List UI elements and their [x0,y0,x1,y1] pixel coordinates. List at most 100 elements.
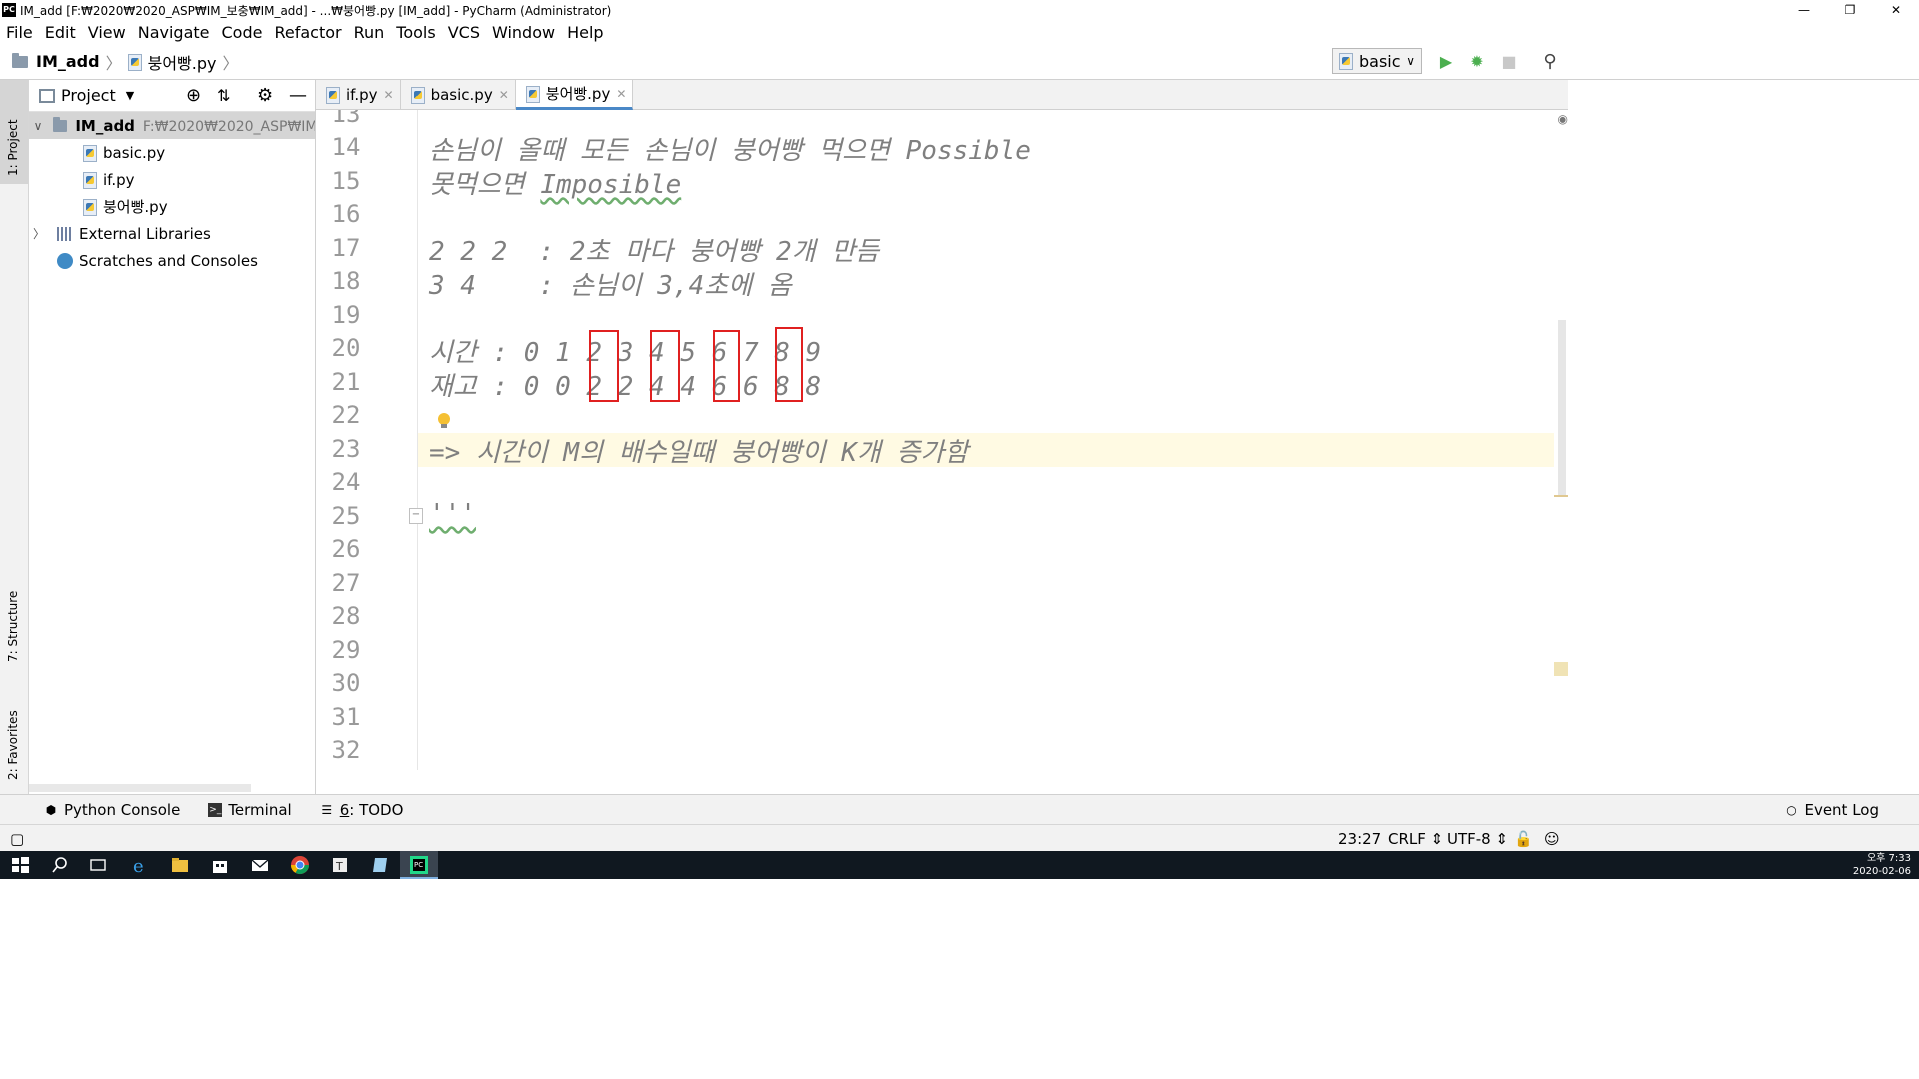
menu-refactor[interactable]: Refactor [274,23,341,42]
mail-icon[interactable] [250,855,270,875]
menu-window[interactable]: Window [492,23,555,42]
breadcrumb-project[interactable]: IM_add [12,52,100,71]
menu-vcs[interactable]: VCS [448,23,480,42]
code-line-20: 시간 : 0 1 2 3 4 5 6 7 8 9 [429,338,822,368]
lock-icon[interactable]: 🔓 [1514,830,1533,848]
lightbulb-icon[interactable] [437,412,451,430]
notepad-icon[interactable] [370,855,390,875]
terminal-tab[interactable]: >_ Terminal [208,800,292,819]
collapse-all-icon[interactable]: ⇅ [217,86,230,105]
bottom-tool-bar: ⬢ Python Console >_ Terminal ☰ 6: TODO ○… [0,794,1919,824]
event-log-tab[interactable]: ○ Event Log [1784,801,1879,819]
maximize-button[interactable]: ❐ [1827,0,1873,20]
python-file-icon [83,144,97,162]
code-editor[interactable]: 13 14 15 16 17 18 19 20 21 22 23 24 25 2… [316,110,1568,770]
search-icon[interactable] [50,855,70,875]
python-console-icon: ⬢ [45,802,57,817]
menu-view[interactable]: View [88,23,126,42]
tree-item-file[interactable]: basic.py [29,139,315,166]
horizontal-scrollbar[interactable] [29,784,251,792]
run-icon[interactable]: ▶ [1436,52,1456,72]
close-icon[interactable]: ✕ [499,88,509,102]
line-number: 23 [331,435,361,463]
python-console-tab[interactable]: ⬢ Python Console [44,801,181,819]
tab-active-file[interactable]: 붕어빵.py ✕ [515,80,634,110]
locate-icon[interactable]: ⊕ [186,85,201,106]
status-bar: ▢ 23:27 CRLF ⇕ UTF-8 ⇕ 🔓 ☺ [0,824,1919,851]
todo-tab[interactable]: ☰ 6: TODO [320,800,404,819]
text-editor-icon[interactable]: T [330,855,350,875]
tab-basic-py[interactable]: basic.py ✕ [401,80,516,110]
breadcrumb-file[interactable]: 붕어빵.py [127,50,216,74]
clock-time: 오후 7:33 [1866,853,1911,864]
line-separator[interactable]: CRLF ⇕ [1388,830,1443,848]
file-explorer-icon[interactable] [170,855,190,875]
tree-item-scratches[interactable]: Scratches and Consoles [29,247,315,274]
internet-explorer-icon[interactable]: e [130,855,150,875]
tree-item-file[interactable]: 붕어빵.py [29,193,315,220]
todo-label: : TODO [349,800,404,819]
folder-icon [53,116,68,132]
line-number: 14 [331,133,361,161]
fold-icon[interactable]: − [409,508,423,524]
typo-word: Imposible [540,170,682,200]
line-number: 30 [331,669,361,697]
terminal-label: Terminal [228,800,292,819]
system-clock[interactable]: 오후 7:33 2020-02-06 [1853,852,1911,878]
close-button[interactable]: ✕ [1873,0,1919,20]
project-tool-tab[interactable]: 1: Project [0,80,28,184]
hide-icon[interactable]: — [289,85,307,106]
close-icon[interactable]: ✕ [616,87,626,101]
chrome-icon[interactable] [290,855,310,875]
search-icon[interactable]: ⚲ [1540,52,1560,72]
menu-file[interactable]: File [6,23,33,42]
file-encoding[interactable]: UTF-8 ⇕ [1447,830,1508,848]
breadcrumb-project-label: IM_add [36,52,100,71]
line-number: 13 [331,110,361,128]
line-number: 26 [331,535,361,563]
scrollbar-thumb[interactable] [1558,320,1566,495]
eye-icon[interactable]: ◉ [1558,112,1568,126]
chevron-right-icon: 〉 [105,53,122,73]
vertical-scrollbar[interactable]: ◉ [1554,110,1568,770]
windows-start-icon[interactable] [10,855,30,875]
inspector-icon[interactable]: ☺ [1544,830,1560,848]
tree-item-project-root[interactable]: ∨ IM_add F:₩2020₩2020_ASP₩IM_보 [29,112,315,139]
menu-edit[interactable]: Edit [45,23,76,42]
menu-tools[interactable]: Tools [396,23,435,42]
tree-item-file[interactable]: if.py [29,166,315,193]
menu-run[interactable]: Run [354,23,385,42]
svg-text:PC: PC [414,861,423,869]
tool-windows-toggle-icon[interactable]: ▢ [10,830,24,848]
python-file-icon [525,85,540,103]
chevron-down-icon[interactable]: ▼ [126,89,134,102]
code-line-25: ''' [429,499,476,529]
caret-position[interactable]: 23:27 [1338,830,1381,848]
task-view-icon[interactable] [88,855,108,875]
tree-item-external-libraries[interactable]: 〉 External Libraries [29,220,315,247]
run-configuration-select[interactable]: basic ∨ [1332,48,1422,74]
gear-icon[interactable]: ⚙ [257,85,273,106]
debug-icon[interactable]: ✹ [1467,52,1487,72]
library-icon [57,226,73,241]
line-number: 21 [331,368,361,396]
favorites-tool-tab[interactable]: 2: Favorites [6,710,20,780]
pycharm-taskbar-button[interactable]: PC [400,851,438,879]
code-line-15: 못먹으면 Imposible [429,164,681,201]
project-root-name: IM_add [75,116,135,135]
line-number: 25 [331,502,361,530]
stop-icon[interactable]: ■ [1499,52,1519,72]
run-configuration-label: basic [1359,51,1401,71]
structure-tool-tab[interactable]: 7: Structure [6,591,20,662]
project-panel-title[interactable]: Project [61,86,116,105]
svg-text:e: e [133,856,144,875]
window-title: IM_add [F:₩2020₩2020_ASP₩IM_보충₩IM_add] -… [20,3,612,18]
menu-code[interactable]: Code [222,23,263,42]
python-file-icon [1339,53,1353,70]
close-icon[interactable]: ✕ [384,88,394,102]
store-icon[interactable] [210,855,230,875]
menu-help[interactable]: Help [567,23,603,42]
tab-if-py[interactable]: if.py ✕ [316,80,401,110]
minimize-button[interactable]: — [1781,0,1827,20]
menu-navigate[interactable]: Navigate [138,23,210,42]
